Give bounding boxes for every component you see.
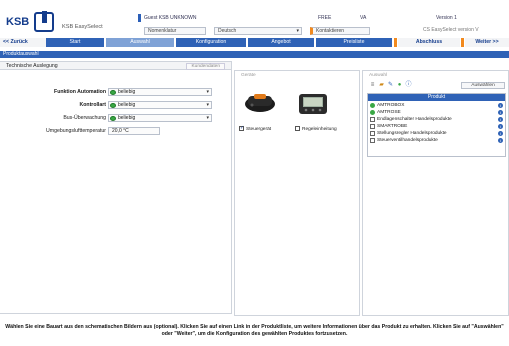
logo-mark-icon xyxy=(34,11,54,32)
nav-step-konfiguration[interactable]: Konfiguration xyxy=(176,38,246,47)
form-row-control-type: Kontrollart beliebig ▾ xyxy=(0,101,232,109)
product-list-header: Produkt xyxy=(368,94,505,101)
form-row-bus-monitoring: Bus-Überwachung beliebig ▾ xyxy=(0,114,232,122)
nomenclature-field[interactable]: Nomenklatur xyxy=(144,27,206,35)
ok-status-icon xyxy=(370,110,375,115)
control-type-value: beliebig xyxy=(118,102,136,108)
list-item[interactable]: SMARTROBE i xyxy=(368,123,505,130)
product-box-icon xyxy=(370,117,375,122)
list-item[interactable]: Endlagenschalter Handelsprodukte i xyxy=(368,116,505,123)
positioner-label: Regeleinheitung xyxy=(302,126,337,132)
product-selection-panel: Auswahl ≡ ▰ ✎ ● ⓘ Auswählen Produkt AMTR… xyxy=(362,70,509,316)
info-icon[interactable]: i xyxy=(498,124,503,129)
filter-icon[interactable]: ≡ xyxy=(369,82,376,89)
next-accent xyxy=(461,38,464,47)
ambient-temperature-input[interactable]: 20,0 °C xyxy=(108,127,160,135)
control-type-select[interactable]: beliebig ▾ xyxy=(108,101,212,109)
select-product-button[interactable]: Auswählen xyxy=(461,82,505,89)
product-toolbar: ≡ ▰ ✎ ● ⓘ Auswählen xyxy=(369,82,505,90)
automation-value: beliebig xyxy=(118,89,136,95)
form-row-ambient-temperature: Umgebungslufttemperatur 20,0 °C xyxy=(0,127,232,135)
list-item[interactable]: AMTROSE i xyxy=(368,109,505,116)
technical-design-panel: Technische Auslegung Kundendaten Funktio… xyxy=(0,61,232,314)
tab-customer-data[interactable]: Kundendaten xyxy=(186,63,225,70)
back-button[interactable]: << Zurück xyxy=(0,38,46,47)
version-status: Version 1 xyxy=(436,15,457,21)
control-unit-checkbox[interactable] xyxy=(239,125,244,131)
product-name[interactable]: Steuerventilhandelsprodukte xyxy=(377,138,438,143)
automation-label: Funktion Automation xyxy=(54,89,106,95)
ok-status-icon xyxy=(370,103,375,108)
edit-icon[interactable]: ✎ xyxy=(387,82,394,89)
finish-button[interactable]: Abschluss xyxy=(398,38,460,47)
control-unit-image[interactable] xyxy=(243,91,277,113)
guest-status: Guest KSB UNKNOWN xyxy=(144,15,197,21)
selection-panel-title: Auswahl xyxy=(369,73,388,78)
tab-technical-design[interactable]: Technische Auslegung xyxy=(6,63,58,69)
bus-monitoring-label: Bus-Überwachung xyxy=(63,115,106,121)
ksb-logo[interactable]: KSB xyxy=(6,11,62,32)
app-name: KSB EasySelect xyxy=(62,24,103,30)
bus-monitoring-value: beliebig xyxy=(118,115,136,121)
country-status: VA xyxy=(360,15,367,21)
section-title-bar: Produktauswahl xyxy=(0,51,509,58)
list-item[interactable]: AMTROBOX i xyxy=(368,102,505,109)
status-accent xyxy=(138,14,141,22)
product-box-icon xyxy=(370,124,375,129)
ok-status-icon xyxy=(110,103,116,108)
nav-step-angebot[interactable]: Angebot xyxy=(248,38,314,47)
chevron-down-icon: ▾ xyxy=(206,89,209,95)
info-icon[interactable]: i xyxy=(498,117,503,122)
product-name[interactable]: Endlagenschalter Handelsprodukte xyxy=(377,117,452,122)
ok-status-icon xyxy=(110,116,116,121)
logo-text: KSB xyxy=(6,16,30,28)
nav-step-start[interactable]: Start xyxy=(46,38,104,47)
device-panel-title: Geräte xyxy=(241,73,256,78)
left-panel-tabs: Technische Auslegung Kundendaten xyxy=(0,62,231,70)
info-icon[interactable]: i xyxy=(498,138,503,143)
product-list: Produkt AMTROBOX i AMTROSE i Endlagensch… xyxy=(367,93,506,157)
control-unit-checkbox-row[interactable]: Steuergerät xyxy=(239,125,272,132)
ok-status-icon xyxy=(110,90,116,95)
chevron-down-icon: ▾ xyxy=(206,115,209,121)
app-header: KSB KSB EasySelect Guest KSB UNKNOWN FRE… xyxy=(0,0,509,36)
control-type-label: Kontrollart xyxy=(79,102,106,108)
status-bar: Guest KSB UNKNOWN FREE VA Version 1 xyxy=(138,14,509,22)
product-name[interactable]: AMTROSE xyxy=(377,110,401,115)
positioner-checkbox-row[interactable]: Regeleinheitung xyxy=(295,126,337,132)
ambient-temperature-label: Umgebungslufttemperatur xyxy=(46,128,106,134)
product-name[interactable]: SMARTROBE xyxy=(377,124,407,129)
control-unit-label: Steuergerät xyxy=(246,126,272,132)
chevron-down-icon: ▾ xyxy=(206,102,209,108)
product-name[interactable]: Stellungsregler Handelsprodukte xyxy=(377,131,447,136)
wizard-nav: << Zurück Start Auswahl Konfiguration An… xyxy=(0,38,509,48)
license-status: FREE xyxy=(318,15,332,21)
list-item[interactable]: Stellungsregler Handelsprodukte i xyxy=(368,130,505,137)
positioner-checkbox[interactable] xyxy=(295,126,300,131)
product-box-icon xyxy=(370,138,375,143)
info-icon[interactable]: ⓘ xyxy=(405,82,412,89)
info-icon[interactable]: i xyxy=(498,103,503,108)
ok-icon[interactable]: ● xyxy=(396,82,403,89)
help-text: Wählen Sie eine Bauart aus den schematis… xyxy=(0,322,509,346)
folder-icon[interactable]: ▰ xyxy=(378,82,385,89)
bus-monitoring-select[interactable]: beliebig ▾ xyxy=(108,114,212,122)
automation-select[interactable]: beliebig ▾ xyxy=(108,88,212,96)
info-icon[interactable]: i xyxy=(498,131,503,136)
product-name[interactable]: AMTROBOX xyxy=(377,103,404,108)
list-item[interactable]: Steuerventilhandelsprodukte i xyxy=(368,137,505,144)
language-select[interactable]: Deutsch xyxy=(214,27,302,35)
version-info: CS EasySelect version V xyxy=(423,27,479,33)
finish-accent xyxy=(394,38,397,47)
contact-button[interactable]: Kontaktieren xyxy=(310,27,370,35)
form-row-automation: Funktion Automation beliebig ▾ xyxy=(0,88,232,96)
info-icon[interactable]: i xyxy=(498,110,503,115)
device-images-panel: Geräte Steuergerät Regeleinheitung xyxy=(234,70,360,316)
product-box-icon xyxy=(370,131,375,136)
positioner-image[interactable] xyxy=(297,91,329,117)
nav-step-preisliste[interactable]: Preisliste xyxy=(316,38,392,47)
header-controls: Nomenklatur Deutsch Kontaktieren CS Easy… xyxy=(138,27,509,36)
next-button[interactable]: Weiter >> xyxy=(465,38,509,47)
nav-step-auswahl[interactable]: Auswahl xyxy=(106,38,174,47)
